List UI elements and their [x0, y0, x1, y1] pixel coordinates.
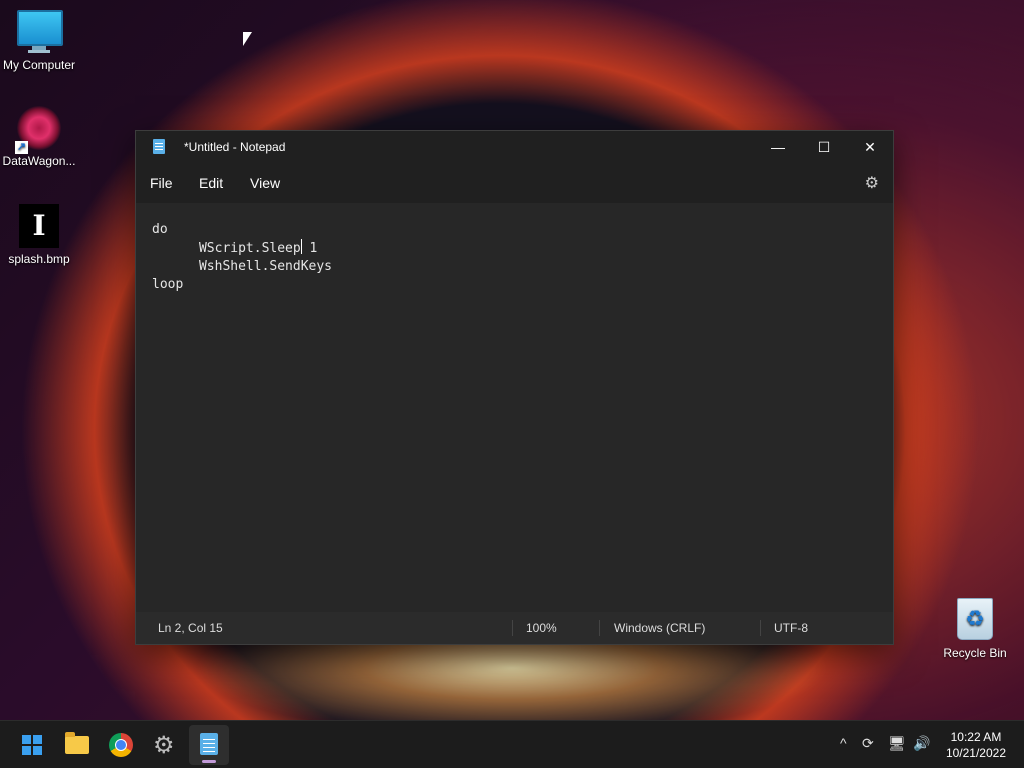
taskbar-file-explorer[interactable]: [57, 725, 97, 765]
taskbar-settings[interactable]: ⚙: [145, 725, 185, 765]
status-bar: Ln 2, Col 15 100% Windows (CRLF) UTF-8: [136, 612, 893, 644]
menu-file[interactable]: File: [150, 175, 173, 191]
taskbar: ⚙ ^ ⟳ 🖥 🔊 10:22 AM 10/21/2022: [0, 720, 1024, 768]
shortcut-arrow-icon: ↗: [15, 141, 28, 154]
notepad-app-icon: [153, 139, 165, 154]
title-bar[interactable]: *Untitled - Notepad — ☐ ✕: [136, 131, 893, 163]
status-divider: [760, 620, 761, 636]
menu-view[interactable]: View: [250, 175, 280, 191]
notepad-window: *Untitled - Notepad — ☐ ✕ File Edit View…: [135, 130, 894, 645]
editor-content: do WScript.Sleep 1 WshShell.SendKeys loo…: [152, 221, 332, 294]
settings-icon: ⚙: [153, 732, 175, 759]
desktop-icon-my-computer[interactable]: My Computer: [0, 10, 78, 72]
mouse-pointer-icon: [243, 32, 252, 46]
window-title: *Untitled - Notepad: [184, 140, 286, 154]
desktop-icon-recycle-bin[interactable]: ♻ Recycle Bin: [936, 598, 1014, 660]
volume-icon[interactable]: 🔊: [913, 735, 930, 752]
taskbar-chrome[interactable]: [101, 725, 141, 765]
desktop-icon-label: splash.bmp: [8, 252, 70, 266]
network-icon[interactable]: 🖥: [888, 735, 906, 752]
status-divider: [599, 620, 600, 636]
cursor-position: Ln 2, Col 15: [158, 621, 223, 635]
editor-line: 1: [301, 241, 318, 256]
chrome-icon: [109, 733, 133, 757]
desktop-icon-label: Recycle Bin: [943, 646, 1007, 660]
settings-gear-icon[interactable]: ⚙: [865, 173, 879, 193]
chevron-up-icon[interactable]: ^: [840, 735, 847, 751]
desktop-icon-splash-bmp[interactable]: I splash.bmp: [0, 204, 78, 266]
folder-icon: [65, 732, 89, 754]
editor-line: loop: [152, 277, 184, 292]
editor-line: do: [152, 222, 168, 237]
menu-edit[interactable]: Edit: [199, 175, 223, 191]
text-editor[interactable]: do WScript.Sleep 1 WshShell.SendKeys loo…: [136, 203, 893, 611]
editor-line: WScript.Sleep: [152, 241, 301, 256]
bitmap-file-icon: I: [17, 204, 61, 248]
sync-icon[interactable]: ⟳: [862, 735, 874, 752]
desktop-icon-datawagon[interactable]: ↗ DataWagon...: [0, 106, 78, 168]
clock[interactable]: 10:22 AM 10/21/2022: [946, 729, 1006, 761]
zoom-level: 100%: [526, 621, 557, 635]
minimize-button[interactable]: —: [755, 131, 801, 163]
taskbar-notepad[interactable]: [189, 725, 229, 765]
desktop-icon-label: My Computer: [2, 58, 76, 72]
line-ending: Windows (CRLF): [614, 621, 706, 635]
recycle-bin-icon: ♻: [953, 598, 997, 642]
close-button[interactable]: ✕: [847, 131, 893, 163]
clock-time: 10:22 AM: [950, 730, 1002, 744]
maximize-button[interactable]: ☐: [801, 131, 847, 163]
encoding: UTF-8: [774, 621, 808, 635]
active-indicator: [202, 760, 216, 763]
clock-date: 10/21/2022: [945, 746, 1006, 760]
datawagon-icon: ↗: [15, 106, 61, 154]
editor-line: WshShell.SendKeys: [152, 259, 333, 274]
desktop-icon-label: DataWagon...: [2, 154, 76, 168]
windows-logo-icon: [22, 735, 31, 744]
menu-bar: File Edit View ⚙: [136, 163, 893, 203]
computer-icon: [17, 10, 63, 54]
start-button[interactable]: [12, 725, 52, 765]
notepad-icon: [200, 733, 218, 755]
status-divider: [512, 620, 513, 636]
